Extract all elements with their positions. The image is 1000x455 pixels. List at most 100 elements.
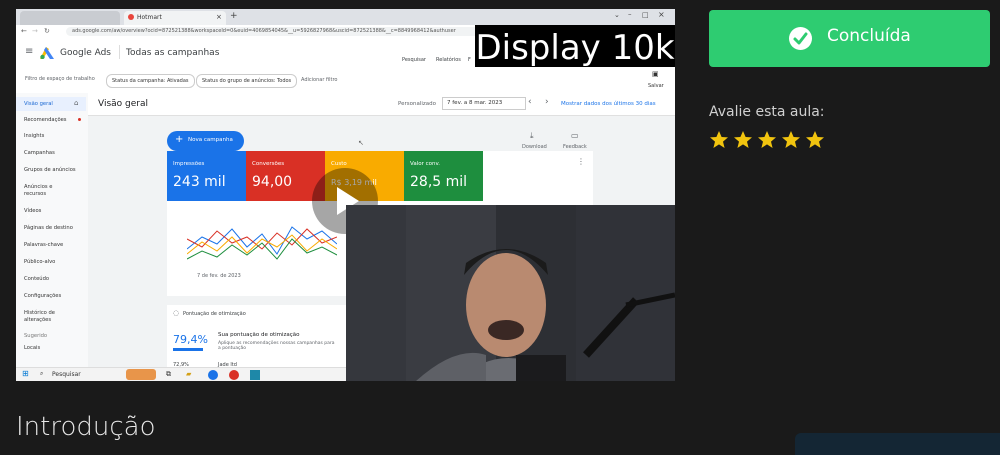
- notification-dot: [78, 118, 81, 121]
- star-icon[interactable]: [757, 130, 777, 150]
- workspace-filter[interactable]: Filtro de espaço de trabalho: [25, 76, 95, 82]
- star-icon[interactable]: [781, 130, 801, 150]
- new-tab-icon[interactable]: +: [230, 11, 238, 21]
- save-icon[interactable]: ▣: [652, 70, 659, 78]
- hotmart-icon: [128, 14, 134, 20]
- last-30-days-link[interactable]: Mostrar dados dos últimos 30 dias: [561, 101, 656, 107]
- more-options-icon[interactable]: ⋮: [577, 157, 585, 166]
- sidebar-item-overview[interactable]: Visão geral: [24, 101, 53, 107]
- feedback-label[interactable]: Feedback: [563, 144, 587, 150]
- sidebar-item-recommendations[interactable]: Recomendações: [24, 117, 67, 123]
- taskbar-search-icon[interactable]: ⌕: [40, 370, 43, 378]
- sidebar-item-ads[interactable]: Anúncios e recursos: [24, 184, 66, 198]
- sidebar-item-settings[interactable]: Configurações: [24, 293, 61, 299]
- browser-tab-blurred: [20, 11, 120, 25]
- sidebar-item-history[interactable]: Histórico de alterações: [24, 310, 69, 324]
- video-overlay-title: Display 10k: [475, 25, 675, 71]
- close-window-icon[interactable]: ×: [658, 10, 665, 19]
- plus-icon: +: [175, 134, 184, 145]
- dropdown-icon[interactable]: ⌄: [614, 11, 620, 19]
- optimization-heading: Sua pontuação de otimização: [218, 332, 300, 338]
- sidebar-item-landing-pages[interactable]: Páginas de destino: [24, 225, 73, 231]
- lightbulb-icon: ◌: [173, 309, 180, 317]
- new-campaign-button[interactable]: + Nova campanha: [167, 131, 244, 151]
- chart-start-date: 7 de fev. de 2023: [197, 273, 241, 279]
- minimize-icon[interactable]: –: [628, 10, 632, 18]
- forward-icon[interactable]: →: [32, 27, 38, 35]
- date-range-picker[interactable]: 7 fev. a 8 mar. 2023: [442, 97, 526, 110]
- next-period-icon[interactable]: ›: [545, 97, 549, 107]
- maximize-icon[interactable]: □: [642, 11, 649, 19]
- feedback-icon[interactable]: ▭: [571, 131, 579, 140]
- close-tab-icon[interactable]: ×: [216, 13, 222, 21]
- complete-lesson-label: Concluída: [827, 26, 911, 46]
- header-title[interactable]: Todas as campanhas: [126, 48, 219, 58]
- ads-sidebar: Visão geral ⌂ Recomendações Insights Cam…: [16, 93, 89, 381]
- adgroup-status-chip[interactable]: Status do grupo de anúncios: Todos: [196, 74, 298, 88]
- campaign-status-chip[interactable]: Status da campanha: Ativadas: [106, 74, 195, 88]
- metric-label: Conversões: [252, 161, 285, 167]
- check-circle-icon: [789, 27, 812, 50]
- file-explorer-icon[interactable]: ▰: [186, 370, 191, 378]
- sidebar-item-audiences[interactable]: Público-alvo: [24, 259, 55, 265]
- presenter-webcam: [346, 205, 675, 381]
- lesson-title: Introdução: [16, 412, 156, 442]
- reports-button[interactable]: Relatórios: [436, 57, 461, 63]
- metric-value: 243 mil: [173, 174, 226, 190]
- windows-taskbar: ⊞ ⌕ Pesquisar ⧉ ▰: [16, 367, 346, 381]
- metric-label: Custo: [331, 161, 347, 167]
- metric-cards: Impressões 243 mil Conversões 94,00 Cust…: [167, 151, 593, 201]
- metric-card-empty: ⋮: [483, 151, 593, 201]
- metric-card-impressions[interactable]: Impressões 243 mil: [167, 151, 246, 201]
- sidebar-item-content[interactable]: Conteúdo: [24, 276, 49, 282]
- app-icon[interactable]: [229, 370, 239, 380]
- menu-icon[interactable]: ≡: [25, 46, 33, 57]
- windows-start-icon[interactable]: ⊞: [22, 369, 29, 378]
- search-button[interactable]: Pesquisar: [402, 57, 426, 63]
- chrome-icon[interactable]: [208, 370, 218, 380]
- star-icon[interactable]: [733, 130, 753, 150]
- download-label[interactable]: Download: [522, 144, 547, 150]
- star-icon[interactable]: [709, 130, 729, 150]
- metric-label: Valor conv.: [410, 161, 441, 167]
- optimization-title: Pontuação de otimização: [183, 311, 246, 317]
- lesson-video-player[interactable]: Hotmart × + ⌄ – □ × ← → ↻ ads.google.com…: [16, 9, 675, 381]
- url-input[interactable]: ads.google.com/aw/overview?ocid=87252138…: [66, 27, 482, 36]
- corner-panel: [795, 433, 1000, 455]
- app-name: Google Ads: [60, 48, 111, 58]
- more-header-button[interactable]: F: [468, 57, 471, 63]
- browser-tab-label: Hotmart: [137, 14, 162, 21]
- new-campaign-label: Nova campanha: [188, 137, 233, 143]
- sidebar-item-insights[interactable]: Insights: [24, 133, 44, 139]
- sidebar-item-campaigns[interactable]: Campanhas: [24, 150, 55, 156]
- weather-icon[interactable]: [126, 369, 156, 380]
- home-icon: ⌂: [74, 99, 79, 107]
- date-mode: Personalizado: [398, 101, 437, 107]
- sidebar-item-locations[interactable]: Locais: [24, 345, 40, 351]
- save-label[interactable]: Salvar: [648, 83, 664, 89]
- star-icon[interactable]: [805, 130, 825, 150]
- presenter-image: [346, 205, 675, 381]
- task-view-icon[interactable]: ⧉: [166, 370, 171, 379]
- back-icon[interactable]: ←: [21, 27, 27, 35]
- add-filter-link[interactable]: Adicionar filtro: [301, 77, 337, 83]
- filter-bar: Filtro de espaço de trabalho Status da c…: [16, 67, 675, 94]
- chevron-right-icon[interactable]: ›: [26, 209, 36, 225]
- taskbar-search-label[interactable]: Pesquisar: [52, 371, 81, 378]
- rating-label: Avalie esta aula:: [709, 104, 825, 120]
- metric-card-conv-value[interactable]: Valor conv. 28,5 mil: [404, 151, 483, 201]
- optimization-score: 79,4%: [173, 333, 208, 346]
- google-ads-logo-icon: [40, 47, 54, 59]
- media-app-icon[interactable]: [250, 370, 260, 380]
- metric-label: Impressões: [173, 161, 205, 167]
- sidebar-item-keywords[interactable]: Palavras-chave: [24, 242, 63, 248]
- reload-icon[interactable]: ↻: [44, 27, 50, 35]
- browser-tab[interactable]: Hotmart ×: [124, 11, 226, 25]
- performance-chart-lines: [187, 226, 337, 260]
- metric-value: 28,5 mil: [410, 174, 468, 190]
- optimization-score-bar: [173, 348, 203, 351]
- browser-tab-bar: Hotmart × + ⌄ – □ ×: [16, 9, 675, 25]
- prev-period-icon[interactable]: ‹: [528, 97, 532, 107]
- download-icon[interactable]: ⤓: [530, 131, 534, 141]
- sidebar-item-adgroups[interactable]: Grupos de anúncios: [24, 167, 76, 173]
